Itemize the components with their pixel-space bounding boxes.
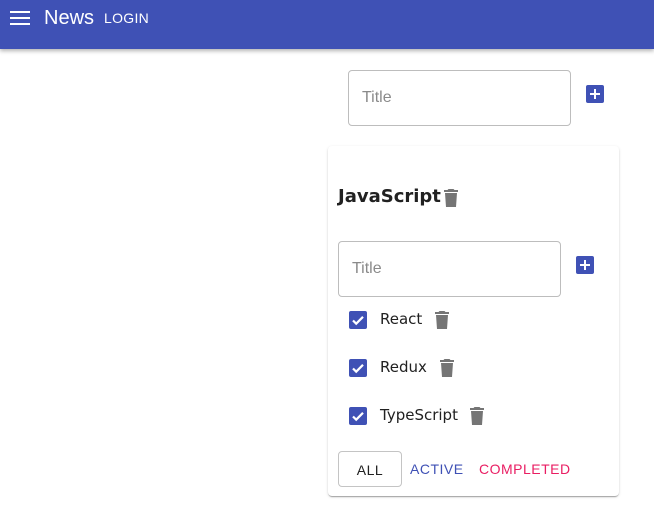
task-item: TypeScript — [349, 404, 549, 428]
new-list-title-field[interactable] — [348, 70, 571, 126]
delete-task-icon[interactable] — [435, 311, 449, 329]
add-task-button[interactable] — [576, 256, 594, 274]
new-task-title-field[interactable] — [338, 241, 561, 297]
task-checkbox[interactable] — [349, 407, 367, 425]
delete-list-icon[interactable] — [444, 189, 458, 207]
filter-all-button[interactable]: ALL — [338, 451, 402, 487]
task-item: Redux — [349, 356, 549, 380]
task-item: React — [349, 308, 549, 332]
filter-active-button[interactable]: ACTIVE — [410, 451, 464, 487]
task-checkbox[interactable] — [349, 359, 367, 377]
delete-task-icon[interactable] — [470, 407, 484, 425]
app-title: News — [44, 7, 95, 29]
filter-completed-button[interactable]: COMPLETED — [479, 451, 571, 487]
hamburger-menu-icon[interactable] — [10, 11, 30, 27]
delete-task-icon[interactable] — [440, 359, 454, 377]
app-bar: News LOGIN — [0, 0, 654, 49]
todolist-title: JavaScript — [338, 186, 441, 207]
login-button[interactable]: LOGIN — [104, 10, 149, 26]
task-label: Redux — [380, 358, 427, 376]
add-list-button[interactable] — [586, 85, 604, 103]
new-list-title-input[interactable] — [349, 71, 570, 125]
todolist-card: JavaScript React Redux TypeScript AL — [328, 146, 619, 496]
task-label: React — [380, 310, 423, 328]
task-checkbox[interactable] — [349, 311, 367, 329]
task-label: TypeScript — [380, 406, 458, 424]
new-task-title-input[interactable] — [339, 242, 560, 296]
